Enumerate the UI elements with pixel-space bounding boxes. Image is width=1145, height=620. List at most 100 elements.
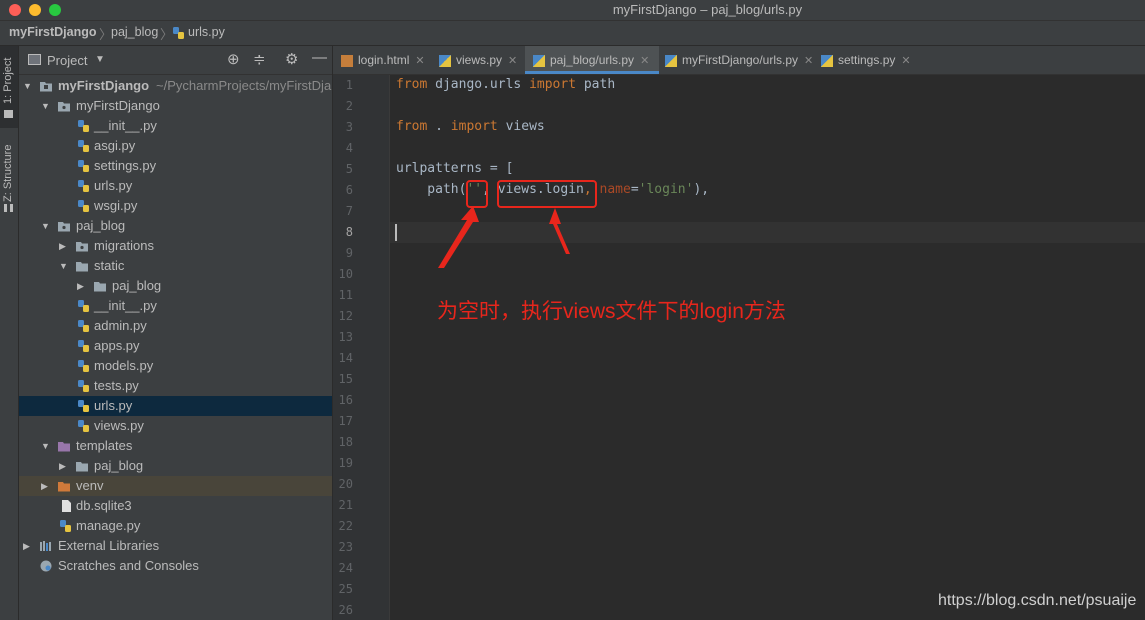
tree-item-file[interactable]: views.py	[19, 416, 332, 436]
expanded-arrow-icon[interactable]: ▼	[41, 216, 50, 236]
tab-settings-py[interactable]: settings.py ✕	[821, 46, 919, 74]
breadcrumb-item[interactable]: urls.py	[188, 25, 225, 39]
tool-window-strip: 1: Project Z: Structure	[0, 46, 19, 620]
expanded-arrow-icon[interactable]: ▼	[59, 256, 68, 276]
breadcrumb-item[interactable]: paj_blog	[111, 25, 158, 39]
line-number: 15	[338, 372, 353, 386]
tab-paj-blog-urls-py[interactable]: paj_blog/urls.py ✕	[525, 46, 659, 74]
tree-item-project-root[interactable]: ▼ myFirstDjango ~/PycharmProjects/myFirs…	[19, 76, 332, 96]
tab-label: login.html	[358, 53, 410, 67]
line-number: 19	[338, 456, 353, 470]
file-icon	[62, 500, 71, 512]
tree-item-label: asgi.py	[94, 138, 136, 153]
tree-item-file[interactable]: wsgi.py	[19, 196, 332, 216]
line-number: 24	[338, 561, 353, 575]
expanded-arrow-icon[interactable]: ▼	[23, 76, 32, 96]
hide-panel-icon[interactable]: —	[312, 49, 327, 66]
breadcrumb-item[interactable]: myFirstDjango	[9, 25, 97, 39]
collapsed-arrow-icon[interactable]: ▶	[59, 236, 66, 256]
tree-item-file[interactable]: tests.py	[19, 376, 332, 396]
line-number: 16	[338, 393, 353, 407]
line-number: 6	[345, 183, 353, 197]
tree-item-label: db.sqlite3	[76, 498, 132, 513]
tree-item-folder[interactable]: ▼ paj_blog	[19, 216, 332, 236]
tree-item-folder[interactable]: ▼ static	[19, 256, 332, 276]
line-number: 7	[345, 204, 353, 218]
tree-item-external-libraries[interactable]: ▶ External Libraries	[19, 536, 332, 556]
tree-item-file[interactable]: apps.py	[19, 336, 332, 356]
collapsed-arrow-icon[interactable]: ▶	[59, 456, 66, 476]
folder-templates-icon	[58, 442, 70, 452]
python-file-icon	[78, 300, 89, 312]
tree-item-folder[interactable]: ▶ paj_blog	[19, 456, 332, 476]
close-tab-icon[interactable]: ✕	[415, 55, 424, 67]
tree-item-file[interactable]: db.sqlite3	[19, 496, 332, 516]
tree-item-folder[interactable]: ▼ myFirstDjango	[19, 96, 332, 116]
line-number: 18	[338, 435, 353, 449]
tree-item-folder[interactable]: ▼ templates	[19, 436, 332, 456]
tab-label: settings.py	[838, 53, 896, 67]
python-file-icon	[821, 54, 833, 67]
code-line-3: from . import views	[396, 119, 545, 134]
tree-item-label: admin.py	[94, 318, 147, 333]
line-number: 8	[345, 225, 353, 239]
line-number: 3	[345, 120, 353, 134]
tab-myfirstdjango-urls-py[interactable]: myFirstDjango/urls.py ✕	[665, 46, 813, 74]
tree-item-file[interactable]: __init__.py	[19, 116, 332, 136]
code-line-5: urlpatterns = [	[396, 161, 514, 176]
structure-tool-tab-label: Z: Structure	[2, 144, 14, 202]
collapsed-arrow-icon[interactable]: ▶	[23, 536, 30, 556]
collapsed-arrow-icon[interactable]: ▶	[41, 476, 48, 496]
tree-item-file[interactable]: manage.py	[19, 516, 332, 536]
python-file-icon	[78, 400, 89, 412]
collapse-all-icon[interactable]: ≑	[253, 50, 266, 68]
line-number: 9	[345, 246, 353, 260]
project-tool-tab[interactable]: 1: Project	[0, 46, 18, 128]
tree-item-folder[interactable]: ▶ migrations	[19, 236, 332, 256]
line-number: 22	[338, 519, 353, 533]
tab-views-py[interactable]: views.py ✕	[439, 46, 523, 74]
tree-item-file[interactable]: admin.py	[19, 316, 332, 336]
expanded-arrow-icon[interactable]: ▼	[41, 436, 50, 456]
tree-item-file[interactable]: asgi.py	[19, 136, 332, 156]
tree-item-folder[interactable]: ▶ paj_blog	[19, 276, 332, 296]
python-file-icon	[78, 340, 89, 352]
python-file-icon	[78, 200, 89, 212]
close-tab-icon[interactable]: ✕	[640, 55, 649, 67]
line-number: 20	[338, 477, 353, 491]
code-editor[interactable]: from django.urls import path from . impo…	[390, 75, 1145, 620]
line-number: 2	[345, 99, 353, 113]
tree-item-label: urls.py	[94, 178, 133, 193]
tab-login-html[interactable]: login.html ✕	[333, 46, 437, 74]
python-file-icon	[78, 360, 89, 372]
gear-icon[interactable]: ⚙	[285, 50, 298, 68]
chevron-down-icon[interactable]: ▼	[95, 54, 105, 65]
line-number: 17	[338, 414, 353, 428]
tree-item-file[interactable]: settings.py	[19, 156, 332, 176]
expanded-arrow-icon[interactable]: ▼	[41, 96, 50, 116]
editor-gutter[interactable]: 1 2 3 4 5 6 7 8 9 10 11 12 13 14 15 16 1…	[333, 75, 390, 620]
locate-icon[interactable]: ⊕	[227, 50, 240, 68]
project-panel-title[interactable]: Project	[47, 53, 87, 68]
tree-item-file-selected[interactable]: urls.py	[19, 396, 332, 416]
tree-item-file[interactable]: __init__.py	[19, 296, 332, 316]
tree-item-file[interactable]: models.py	[19, 356, 332, 376]
tree-item-label: static	[94, 258, 125, 273]
structure-tool-tab[interactable]: Z: Structure	[0, 138, 18, 216]
tree-item-file[interactable]: urls.py	[19, 176, 332, 196]
collapsed-arrow-icon[interactable]: ▶	[77, 276, 84, 296]
tree-item-label: paj_blog	[76, 218, 126, 233]
tree-item-label: migrations	[94, 238, 154, 253]
line-number: 10	[338, 267, 353, 281]
tree-item-scratches[interactable]: Scratches and Consoles	[19, 556, 332, 576]
libraries-icon	[40, 541, 51, 551]
close-tab-icon[interactable]: ✕	[508, 55, 517, 67]
tree-item-folder[interactable]: ▶ venv	[19, 476, 332, 496]
tree-item-label: wsgi.py	[94, 198, 138, 213]
close-tab-icon[interactable]: ✕	[804, 55, 813, 67]
line-number: 5	[345, 162, 353, 176]
project-panel: Project ▼ ⊕ ≑ ⚙ — ▼ myFirstDjango ~/Pych…	[19, 46, 332, 620]
close-tab-icon[interactable]: ✕	[901, 55, 910, 67]
annotation-text: 为空时，执行views文件下的login方法	[437, 300, 786, 323]
tree-item-path: ~/PycharmProjects/myFirstDja	[156, 78, 332, 93]
